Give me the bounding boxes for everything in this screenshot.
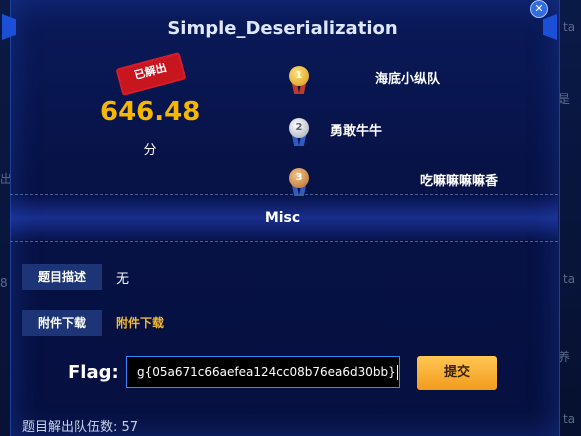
score-unit: 分 [143,143,157,158]
solves-count: 题目解出队伍数: 57 [22,420,139,435]
close-button[interactable]: ✕ [530,0,548,18]
attachment-download-link[interactable]: 附件下载 [116,314,164,331]
divider [10,241,558,242]
close-icon: ✕ [534,2,544,15]
second-blood-team: 勇敢牛牛 [330,124,383,139]
first-blood-team: 海底小纵队 [375,72,441,87]
description-label: 题目描述 [22,264,102,290]
gold-medal-icon: 1 [289,66,309,94]
challenge-title: Simple_Deserialization [167,18,398,39]
challenge-score: 646.48 [100,97,201,127]
flag-input[interactable]: g{05a671c66aefea124cc08b76ea6d30bb} [126,356,400,388]
challenge-category: Misc [264,210,301,226]
third-blood-team: 吃嘛嘛嘛嘛香 [420,174,499,189]
description-value: 无 [116,272,130,287]
attachment-label: 附件下载 [22,310,102,336]
text-caret [396,365,398,380]
submit-button[interactable]: 提交 [417,356,497,390]
flag-label: Flag: [68,362,119,383]
background-text: 8 [0,276,8,290]
flag-input-value: g{05a671c66aefea124cc08b76ea6d30bb} [137,365,396,379]
bronze-medal-icon: 3 [289,168,309,196]
background-text: ta [563,272,576,286]
background-text: ta [563,412,576,426]
divider [10,194,558,195]
silver-medal-icon: 2 [289,118,309,146]
